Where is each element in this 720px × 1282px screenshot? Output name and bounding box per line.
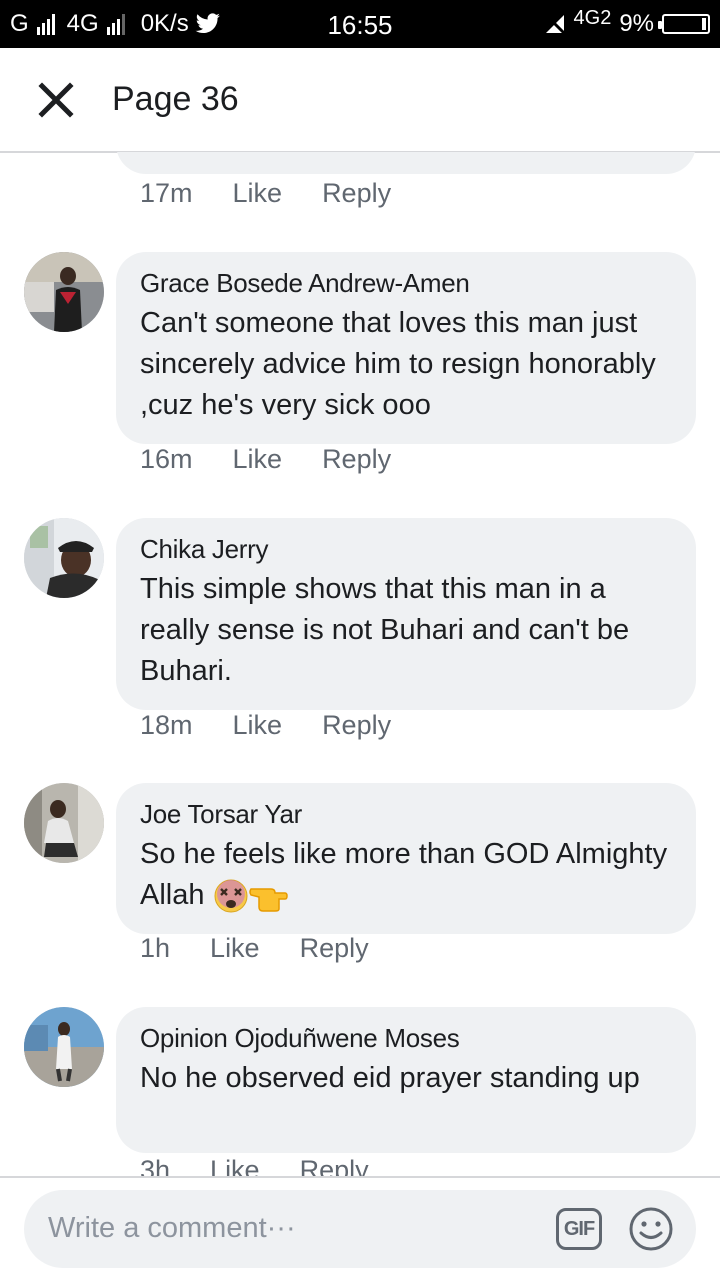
avatar[interactable] [24, 783, 104, 863]
comment-author[interactable]: Chika Jerry [140, 534, 672, 565]
avatar[interactable] [24, 518, 104, 598]
comment-bubble[interactable]: Joe Torsar Yar So he feels like more tha… [116, 783, 696, 934]
comment-text: No he observed eid prayer standing up [140, 1062, 640, 1094]
pointing-hand-emoji [248, 888, 288, 913]
comment-composer-bar: Write a comment··· GIF [0, 1176, 720, 1282]
comment-author[interactable]: Opinion Ojoduñwene Moses [140, 1023, 672, 1054]
like-button[interactable]: Like [233, 710, 283, 741]
comment-text: Can't someone that loves this man just s… [140, 307, 656, 421]
comment-time: 16m [140, 444, 193, 474]
comment-text: So he feels like more than GOD Almighty … [140, 834, 672, 916]
comment-actions: 1h Like Reply [140, 933, 369, 964]
comment-input-placeholder: Write a comment··· [48, 1212, 296, 1244]
status-bar: G 4G 0K/s 16:55 4G2 9% [0, 0, 720, 48]
page-title: Page 36 [112, 80, 239, 118]
comment-time: 18m [140, 710, 193, 740]
comments-list[interactable]: 17m Like Reply Grace Bosede Andrew-Amen … [0, 152, 720, 1176]
comment-bubble[interactable]: Chika Jerry This simple shows that this … [116, 518, 696, 710]
close-icon[interactable] [36, 80, 76, 120]
previous-comment-actions: 17m Like Reply [140, 178, 391, 209]
reply-button[interactable]: Reply [300, 933, 369, 964]
no-signal-icon [545, 14, 565, 35]
like-button[interactable]: Like [210, 1155, 260, 1176]
comment-bubble[interactable]: Grace Bosede Andrew-Amen Can't someone t… [116, 252, 696, 444]
avatar[interactable] [24, 1007, 104, 1087]
comment-time: 1h [140, 933, 171, 963]
previous-comment-bubble [116, 152, 696, 174]
comment-time: 3h [140, 1155, 171, 1176]
comment-author[interactable]: Joe Torsar Yar [140, 799, 672, 830]
comment-actions: 3h Like Reply [140, 1155, 369, 1176]
comment-time: 17m [140, 178, 193, 208]
comment-text: This simple shows that this man in a rea… [140, 573, 630, 687]
battery-icon [658, 14, 710, 34]
comment-author[interactable]: Grace Bosede Andrew-Amen [140, 268, 672, 299]
reply-button[interactable]: Reply [300, 1155, 369, 1176]
dizzy-face-emoji [214, 879, 248, 913]
smile-icon[interactable] [628, 1206, 674, 1252]
comment-actions: 16m Like Reply [140, 444, 391, 475]
gif-button[interactable]: GIF [556, 1208, 602, 1250]
like-button[interactable]: Like [210, 933, 260, 964]
comment-input[interactable]: Write a comment··· GIF [24, 1190, 696, 1268]
reply-button[interactable]: Reply [322, 178, 391, 209]
like-button[interactable]: Like [233, 178, 283, 209]
header: Page 36 [0, 48, 720, 153]
battery-percent: 9% [619, 10, 654, 37]
network-right-label: 4G2 [573, 6, 612, 29]
reply-button[interactable]: Reply [322, 444, 391, 475]
reply-button[interactable]: Reply [322, 710, 391, 741]
status-right: 4G2 9% [544, 6, 710, 38]
avatar[interactable] [24, 252, 104, 332]
comment-actions: 18m Like Reply [140, 710, 391, 741]
like-button[interactable]: Like [233, 444, 283, 475]
comment-bubble[interactable]: Opinion Ojoduñwene Moses No he observed … [116, 1007, 696, 1153]
